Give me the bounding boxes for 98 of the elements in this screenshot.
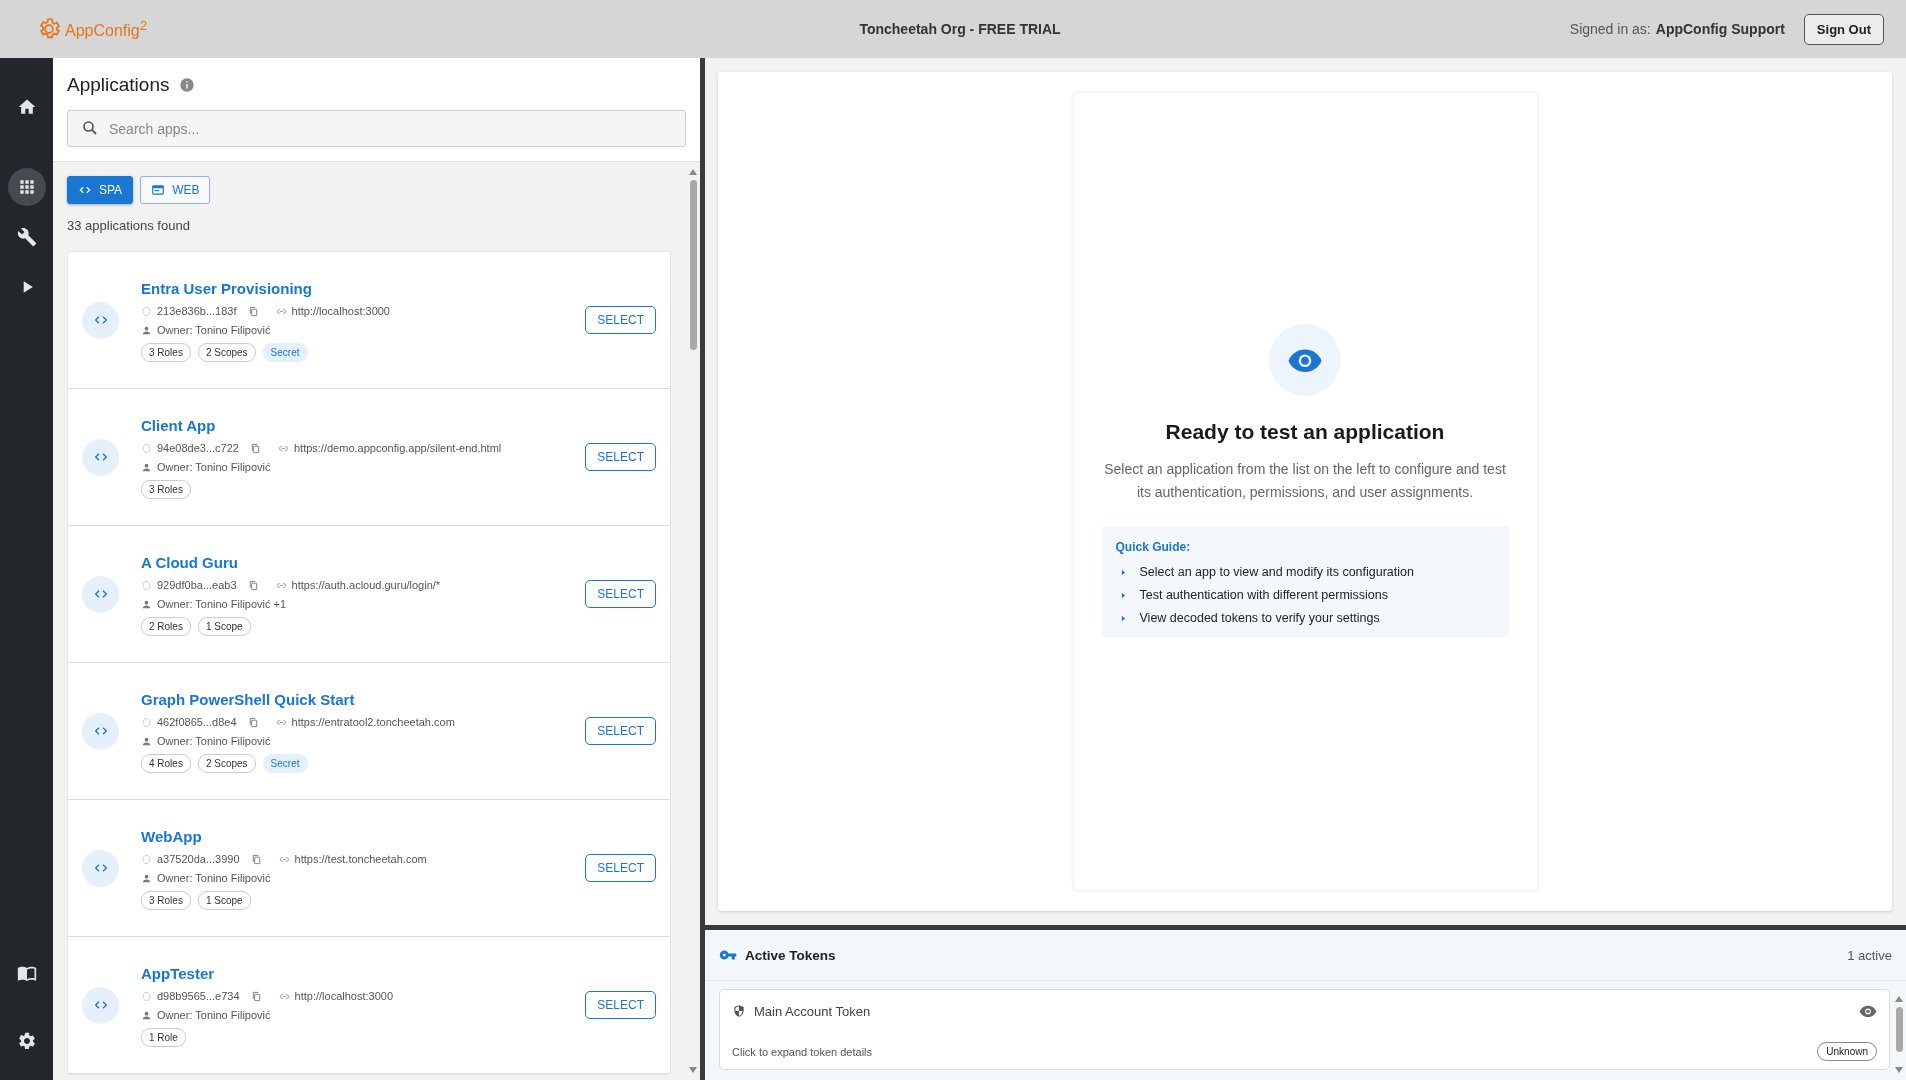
empty-state-description: Select an application from the list on the left to configure and test its authentication, permissions, and user assignments. (1103, 460, 1507, 502)
code-avatar-icon (82, 712, 119, 750)
client-id: 929df0ba...eab3 (157, 579, 237, 591)
token-name: Main Account Token (754, 1003, 872, 1019)
code-avatar-icon (82, 301, 119, 339)
owner-text: Owner: Tonino Filipović (157, 735, 271, 747)
client-id: d98b9565...e734 (157, 990, 240, 1002)
home-icon (16, 97, 37, 117)
organization-title: Toncheetah Org - FREE TRIAL (859, 21, 1061, 37)
redirect-url: https://entratool2.toncheetah.com (291, 716, 455, 728)
tag: Secret (262, 343, 308, 362)
app-name[interactable]: Graph PowerShell Quick Start (141, 691, 586, 708)
tokens-title: Active Tokens (745, 947, 837, 963)
browser-window-icon (151, 183, 166, 197)
scroll-up-icon[interactable] (688, 168, 698, 176)
tag: 2 Scopes (197, 343, 256, 362)
owner-text: Owner: Tonino Filipović +1 (157, 598, 287, 610)
shield-icon (732, 1004, 746, 1018)
client-id: a37520da...3990 (157, 853, 240, 865)
person-icon (141, 872, 152, 884)
search-icon (81, 119, 99, 137)
tag: 1 Scope (197, 891, 251, 910)
filter-toggle[interactable]: WEB (140, 176, 211, 204)
code-avatar-icon (82, 575, 119, 613)
code-avatar-icon (82, 438, 119, 476)
client-id: 213e836b...183f (157, 305, 237, 317)
guide-title: Quick Guide: (1115, 540, 1192, 554)
copy-icon[interactable] (249, 442, 261, 454)
tag: 2 Scopes (197, 754, 256, 773)
copy-icon[interactable] (247, 305, 259, 317)
tag: 1 Scope (197, 617, 251, 636)
select-button[interactable]: SELECT (585, 580, 656, 608)
app-logo: AppConfig$^{2}$ (65, 17, 148, 41)
guide-item: View decoded tokens to verify your settings (1139, 611, 1380, 625)
select-button[interactable]: SELECT (585, 854, 656, 882)
empty-state-heading: Ready to test an application (1165, 420, 1445, 444)
scroll-down-icon[interactable] (1894, 1066, 1904, 1074)
settings-icon (16, 1031, 37, 1051)
search-field[interactable]: Search apps... (67, 110, 686, 147)
tag: Secret (262, 754, 308, 773)
caret-icon (1120, 614, 1126, 622)
wrench-icon (16, 227, 37, 247)
redirect-url: https://auth.acloud.guru/login/* (291, 579, 441, 591)
info-icon (179, 77, 196, 93)
tag: 1 Role (141, 1028, 186, 1047)
tag: 4 Roles (141, 754, 191, 773)
app-name[interactable]: WebApp (141, 828, 586, 845)
guide-item: Test authentication with different permissions (1139, 588, 1388, 602)
guide-item: Select an app to view and modify its configuration (1139, 565, 1414, 579)
sign-out-button[interactable]: Sign Out (1803, 13, 1884, 45)
sidebar-item[interactable] (7, 168, 46, 206)
redirect-url: https://demo.appconfig.app/silent-end.html (293, 442, 502, 454)
panel-title: Applications (67, 74, 170, 96)
copy-icon[interactable] (250, 853, 262, 865)
code-avatar-icon (82, 986, 119, 1024)
results-count: 33 applications found (67, 218, 191, 233)
select-button[interactable]: SELECT (585, 306, 656, 334)
token-card[interactable]: Main Account Token Click to expand token details Unknown (719, 989, 1890, 1070)
redirect-url: https://test.toncheetah.com (294, 853, 427, 865)
select-button[interactable]: SELECT (585, 717, 656, 745)
client-id: 462f0865...d8e4 (157, 716, 237, 728)
person-icon (141, 324, 152, 336)
owner-text: Owner: Tonino Filipović (157, 872, 271, 884)
person-icon (141, 461, 152, 473)
select-button[interactable]: SELECT (585, 991, 656, 1019)
token-hint: Click to expand token details (732, 1045, 873, 1058)
tag: 3 Roles (141, 891, 191, 910)
copy-icon[interactable] (247, 579, 259, 591)
scroll-thumb[interactable] (1895, 1007, 1903, 1052)
redirect-url: http://localhost:3000 (291, 305, 390, 317)
tag: 3 Roles (141, 480, 191, 499)
user-name: AppConfig Support (1655, 21, 1785, 37)
scroll-thumb[interactable] (689, 180, 697, 350)
filter-toggle[interactable]: SPA (67, 176, 134, 204)
owner-text: Owner: Tonino Filipović (157, 461, 271, 473)
copy-icon[interactable] (250, 990, 262, 1002)
client-id: 94e08de3...c722 (157, 442, 239, 454)
copy-icon[interactable] (247, 716, 259, 728)
tag: 2 Roles (141, 617, 191, 636)
caret-icon (1120, 568, 1126, 576)
tokens-count: 1 active (1847, 947, 1892, 963)
app-name[interactable]: A Cloud Guru (141, 554, 586, 571)
scroll-up-icon[interactable] (1894, 995, 1904, 1003)
app-name[interactable]: Client App (141, 417, 586, 434)
tag: 3 Roles (141, 343, 191, 362)
code-avatar-icon (82, 849, 119, 887)
person-icon (141, 598, 152, 610)
scroll-down-icon[interactable] (688, 1066, 698, 1074)
person-icon (141, 1009, 152, 1021)
owner-text: Owner: Tonino Filipović (157, 324, 271, 336)
select-button[interactable]: SELECT (585, 443, 656, 471)
app-name[interactable]: AppTester (141, 965, 586, 982)
person-icon (141, 735, 152, 747)
owner-text: Owner: Tonino Filipović (157, 1009, 271, 1021)
app-name[interactable]: Entra User Provisioning (141, 280, 586, 297)
redirect-url: http://localhost:3000 (294, 990, 394, 1002)
caret-icon (1120, 591, 1126, 599)
signed-in-label: Signed in as: (1569, 21, 1651, 37)
